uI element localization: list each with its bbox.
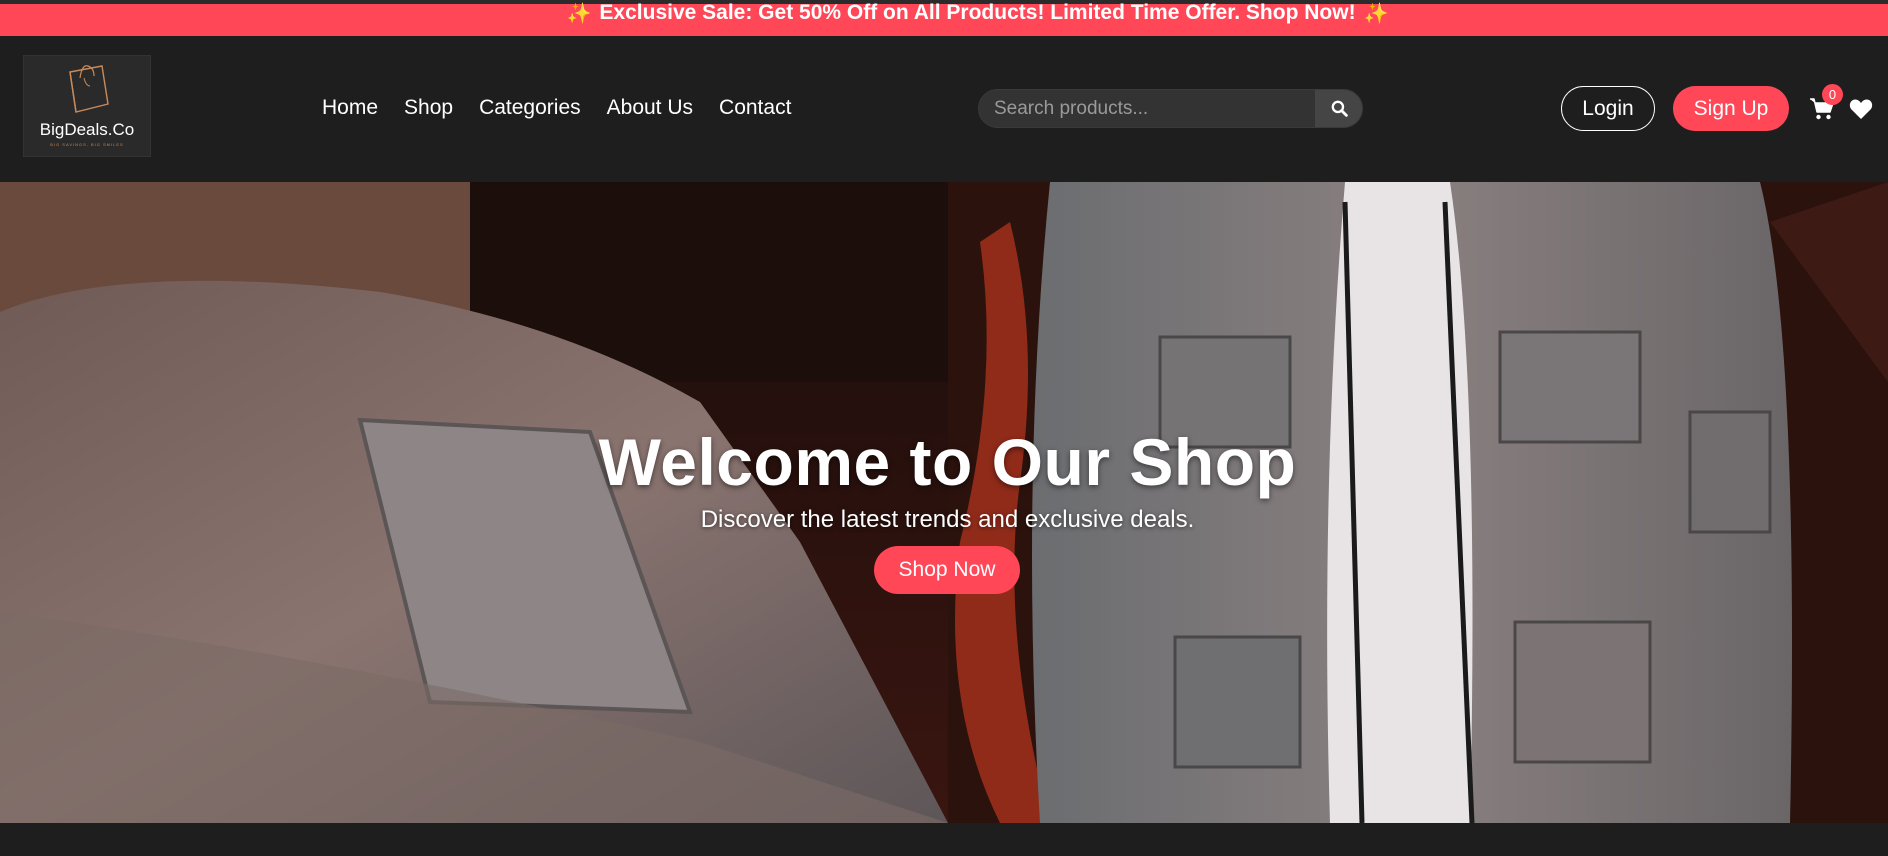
site-header: BigDeals.Co BIG SAVINGS, BIG SMILES Home… xyxy=(0,36,1888,182)
brand-tagline: BIG SAVINGS, BIG SMILES xyxy=(50,142,124,147)
promo-message[interactable]: ✨ Exclusive Sale: Get 50% Off on All Pro… xyxy=(567,1,1389,26)
hero-background-image xyxy=(0,182,1888,823)
search-input[interactable] xyxy=(979,90,1314,127)
heart-icon[interactable] xyxy=(1849,98,1873,120)
brand-name: BigDeals.Co xyxy=(39,120,135,139)
nav-categories[interactable]: Categories xyxy=(479,96,581,120)
search-icon xyxy=(1331,100,1348,117)
nav-home[interactable]: Home xyxy=(322,96,378,120)
hero-subtitle: Discover the latest trends and exclusive… xyxy=(700,506,1195,533)
page-bottom-strip xyxy=(0,823,1888,856)
brand-logo[interactable]: BigDeals.Co BIG SAVINGS, BIG SMILES xyxy=(23,55,151,157)
nav-contact[interactable]: Contact xyxy=(719,96,791,120)
signup-button[interactable]: Sign Up xyxy=(1673,86,1789,131)
sparkles-icon: ✨ xyxy=(566,2,592,25)
sparkles-icon: ✨ xyxy=(1363,2,1389,25)
cart-count-badge: 0 xyxy=(1822,84,1843,105)
hero-title: Welcome to Our Shop xyxy=(598,425,1297,499)
main-nav: Home Shop Categories About Us Contact xyxy=(322,96,817,120)
hero-banner: Welcome to Our Shop Discover the latest … xyxy=(0,182,1888,823)
promo-text: Exclusive Sale: Get 50% Off on All Produ… xyxy=(599,1,1356,24)
search-button[interactable] xyxy=(1315,90,1362,127)
shop-now-button[interactable]: Shop Now xyxy=(874,546,1020,594)
login-button[interactable]: Login xyxy=(1561,86,1655,131)
nav-shop[interactable]: Shop xyxy=(404,96,453,120)
promo-banner: ✨ Exclusive Sale: Get 50% Off on All Pro… xyxy=(0,1,1888,36)
nav-about-us[interactable]: About Us xyxy=(607,96,693,120)
search-bar xyxy=(978,89,1363,128)
